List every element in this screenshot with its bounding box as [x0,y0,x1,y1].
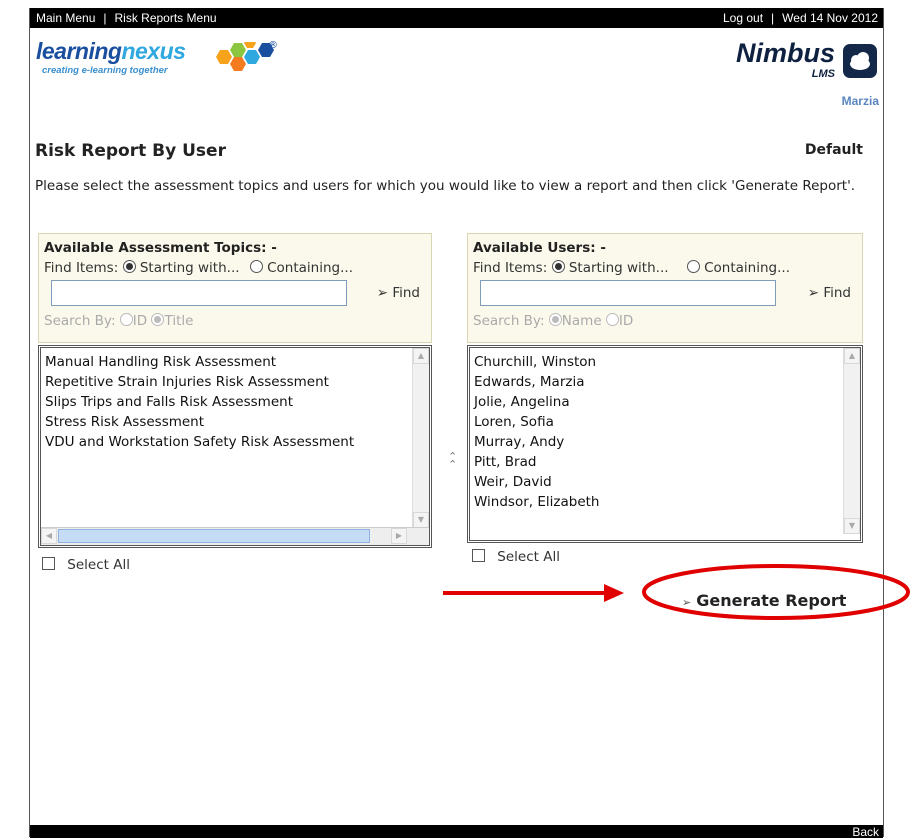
red-circle-annotation [642,564,910,620]
red-arrow-annotation [443,584,624,602]
annotation-overlay [443,564,910,620]
